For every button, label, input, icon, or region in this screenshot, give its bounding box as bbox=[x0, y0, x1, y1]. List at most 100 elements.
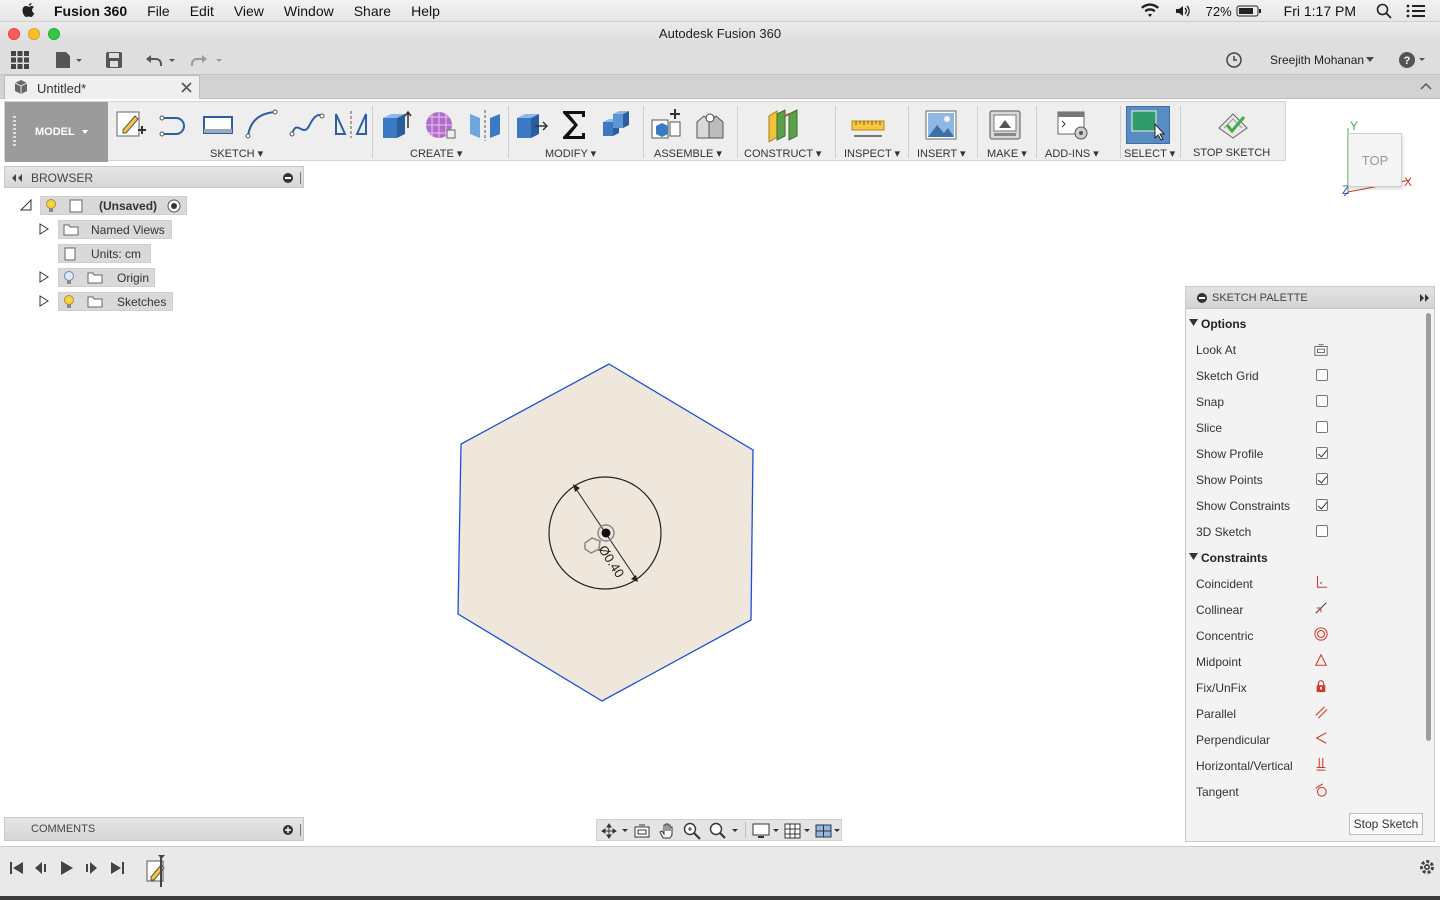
constraint-perpendicular[interactable]: Perpendicular bbox=[1196, 733, 1270, 747]
document-tab[interactable]: Untitled* bbox=[4, 75, 200, 99]
stop-sketch-icon[interactable] bbox=[1215, 108, 1251, 142]
browser-root-node[interactable]: (Unsaved) bbox=[40, 196, 187, 215]
select-group-label[interactable]: SELECT ▾ bbox=[1124, 147, 1175, 160]
notification-center-icon[interactable] bbox=[1406, 3, 1426, 19]
activate-radio-icon[interactable] bbox=[167, 199, 181, 213]
rectangle-tool-icon[interactable] bbox=[201, 108, 235, 140]
inspect-group-label[interactable]: INSPECT ▾ bbox=[844, 147, 900, 160]
zoom-window-button[interactable] bbox=[48, 28, 60, 40]
constraint-concentric[interactable]: Concentric bbox=[1196, 629, 1253, 643]
horizontal-vertical-icon[interactable] bbox=[1314, 757, 1328, 771]
constraint-tangent[interactable]: Tangent bbox=[1196, 785, 1239, 799]
stop-sketch-label[interactable]: STOP SKETCH bbox=[1193, 147, 1270, 159]
palette-expand-icon[interactable] bbox=[1420, 294, 1430, 302]
timeline-sketch-feature-icon[interactable] bbox=[145, 855, 173, 889]
sketch-group-label[interactable]: SKETCH ▾ bbox=[210, 147, 263, 160]
modify-group-label[interactable]: MODIFY ▾ bbox=[545, 147, 596, 160]
hexagon-profile[interactable] bbox=[457, 363, 754, 702]
sketch-circle[interactable] bbox=[548, 476, 662, 590]
pan-hand-icon[interactable] bbox=[658, 822, 676, 840]
browser-minimize-icon[interactable] bbox=[283, 173, 293, 183]
scripts-addins-icon[interactable] bbox=[1055, 108, 1091, 142]
grid-snaps-icon[interactable] bbox=[784, 823, 812, 839]
create-group-label[interactable]: CREATE ▾ bbox=[410, 147, 462, 160]
play-icon[interactable] bbox=[60, 860, 74, 876]
look-at-icon[interactable] bbox=[1314, 343, 1328, 357]
joint-icon[interactable] bbox=[692, 108, 728, 142]
arc-tool-icon[interactable] bbox=[245, 108, 279, 140]
menu-file[interactable]: File bbox=[147, 3, 170, 19]
menu-edit[interactable]: Edit bbox=[190, 3, 214, 19]
close-tab-icon[interactable] bbox=[181, 82, 192, 93]
visibility-bulb-icon[interactable] bbox=[63, 295, 75, 309]
new-component-icon[interactable] bbox=[648, 108, 684, 142]
mirror-body-icon[interactable] bbox=[467, 108, 503, 142]
browser-panel-header[interactable]: BROWSER bbox=[4, 166, 304, 188]
diameter-dimension-text[interactable]: Ø0.40 bbox=[595, 542, 627, 580]
midpoint-icon[interactable] bbox=[1314, 653, 1328, 667]
extrude-icon[interactable] bbox=[379, 108, 413, 142]
visibility-bulb-off-icon[interactable] bbox=[63, 271, 75, 285]
tangent-icon[interactable] bbox=[1314, 783, 1328, 797]
user-account-menu[interactable]: Sreejith Mohanan bbox=[1270, 53, 1364, 67]
addins-group-label[interactable]: ADD-INS ▾ bbox=[1045, 147, 1099, 160]
comments-panel[interactable]: COMMENTS bbox=[4, 817, 304, 841]
insert-image-icon[interactable] bbox=[923, 108, 959, 142]
look-at-nav-icon[interactable] bbox=[634, 823, 650, 839]
step-back-icon[interactable] bbox=[34, 861, 48, 875]
orbit-icon[interactable] bbox=[601, 823, 629, 839]
view-cube[interactable]: TOP bbox=[1348, 133, 1402, 187]
spotlight-search-icon[interactable] bbox=[1376, 3, 1392, 19]
battery-icon[interactable] bbox=[1236, 4, 1262, 18]
sketch-grid-checkbox[interactable] bbox=[1316, 369, 1328, 381]
expand-named-views-triangle[interactable] bbox=[39, 223, 49, 235]
snap-checkbox[interactable] bbox=[1316, 395, 1328, 407]
display-settings-icon[interactable] bbox=[752, 823, 780, 839]
3d-sketch-checkbox[interactable] bbox=[1316, 525, 1328, 537]
combine-icon[interactable] bbox=[599, 108, 635, 142]
sketch-palette-header[interactable]: SKETCH PALETTE bbox=[1186, 287, 1434, 309]
constraint-midpoint[interactable]: Midpoint bbox=[1196, 655, 1241, 669]
collapse-browser-icon[interactable] bbox=[11, 174, 23, 182]
show-points-checkbox[interactable] bbox=[1316, 473, 1328, 485]
options-section-title[interactable]: Options bbox=[1201, 317, 1246, 331]
user-dropdown-icon[interactable] bbox=[1366, 57, 1374, 63]
expand-origin-triangle[interactable] bbox=[39, 271, 49, 283]
go-to-start-icon[interactable] bbox=[10, 861, 24, 875]
constraints-collapse-icon[interactable] bbox=[1189, 553, 1198, 561]
workspace-switcher[interactable]: MODEL bbox=[5, 102, 108, 162]
collapse-ribbon-icon[interactable] bbox=[1420, 82, 1432, 90]
help-icon[interactable]: ? bbox=[1398, 51, 1428, 69]
constraint-parallel[interactable]: Parallel bbox=[1196, 707, 1236, 721]
save-icon[interactable] bbox=[106, 52, 122, 68]
comments-pin-icon[interactable] bbox=[299, 824, 303, 836]
close-window-button[interactable] bbox=[8, 28, 20, 40]
expand-sketches-triangle[interactable] bbox=[39, 295, 49, 307]
modify-sum-icon[interactable] bbox=[559, 108, 589, 142]
constraint-coincident[interactable]: Coincident bbox=[1196, 577, 1253, 591]
line-tool-icon[interactable] bbox=[158, 108, 192, 140]
3d-print-icon[interactable] bbox=[987, 108, 1023, 142]
lock-icon[interactable] bbox=[1314, 679, 1328, 693]
create-sketch-icon[interactable] bbox=[115, 108, 147, 140]
center-point[interactable] bbox=[601, 528, 611, 538]
menu-help[interactable]: Help bbox=[411, 3, 440, 19]
concentric-icon[interactable] bbox=[1314, 627, 1328, 641]
redo-icon[interactable] bbox=[190, 52, 224, 68]
browser-units-node[interactable]: Units: cm bbox=[58, 244, 151, 263]
wifi-icon[interactable] bbox=[1140, 3, 1160, 19]
undo-icon[interactable] bbox=[145, 52, 177, 68]
diameter-dimension-line[interactable] bbox=[573, 485, 638, 581]
visibility-bulb-icon[interactable] bbox=[45, 199, 57, 213]
step-forward-icon[interactable] bbox=[84, 861, 98, 875]
construct-group-label[interactable]: CONSTRUCT ▾ bbox=[744, 147, 821, 160]
parallel-icon[interactable] bbox=[1314, 705, 1328, 719]
collinear-icon[interactable] bbox=[1314, 601, 1328, 615]
coincident-icon[interactable] bbox=[1314, 575, 1328, 589]
browser-sketches-node[interactable]: Sketches bbox=[58, 292, 173, 311]
timeline-settings-gear-icon[interactable] bbox=[1418, 858, 1436, 876]
show-profile-checkbox[interactable] bbox=[1316, 447, 1328, 459]
make-group-label[interactable]: MAKE ▾ bbox=[987, 147, 1027, 160]
offset-plane-icon[interactable] bbox=[763, 108, 803, 142]
insert-group-label[interactable]: INSERT ▾ bbox=[917, 147, 966, 160]
